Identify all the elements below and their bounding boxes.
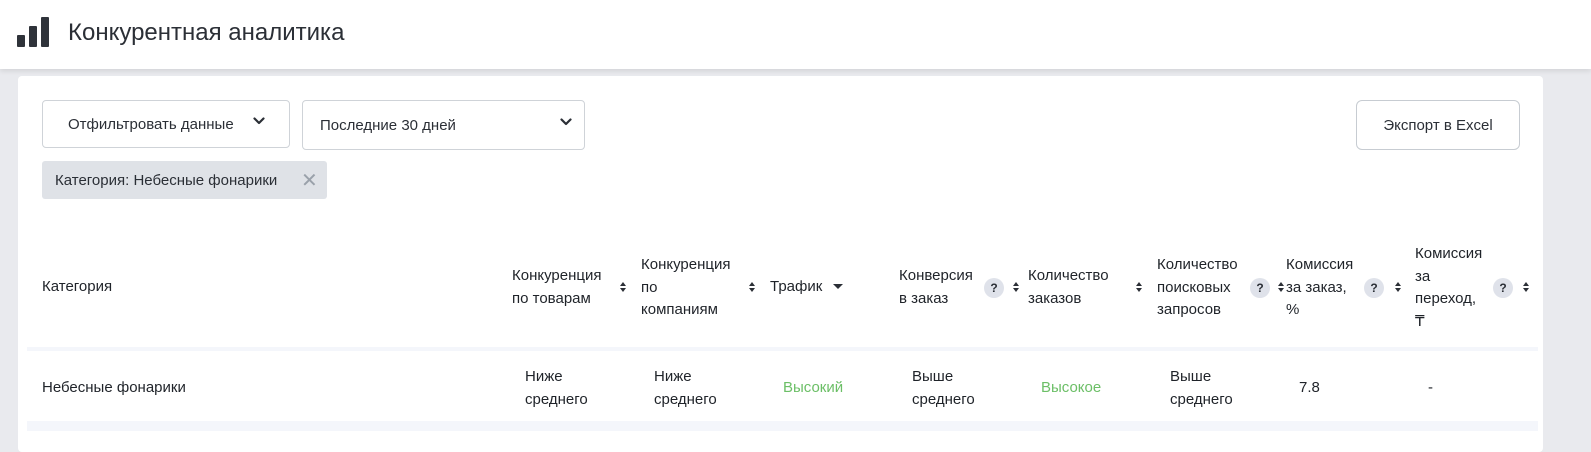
header-orders[interactable]: Количество заказов [1028, 265, 1109, 310]
export-excel-button[interactable]: Экспорт в Excel [1356, 100, 1520, 150]
top-bar: Конкурентная аналитика [0, 0, 1591, 69]
cell-line: среднего [1170, 390, 1233, 408]
header-line: компаниям [641, 301, 718, 318]
bar-chart-icon [17, 17, 49, 47]
header-commission-click[interactable]: Комиссия за переход, ₸ [1415, 243, 1482, 333]
cell-commission-order: 7.8 [1299, 379, 1320, 396]
period-select[interactable]: Последние 30 дней [302, 100, 585, 150]
chevron-down-icon [253, 117, 265, 125]
header-line: запросов [1157, 301, 1222, 318]
header-line: % [1286, 301, 1300, 318]
header-line: Количество [1157, 256, 1238, 273]
help-icon[interactable]: ? [1250, 278, 1270, 298]
cell-competition-goods: Ниже среднего [525, 366, 588, 411]
sort-icon[interactable] [1395, 282, 1402, 292]
active-filter-label: Категория: Небесные фонарики [55, 172, 278, 189]
sort-icon[interactable] [1523, 282, 1530, 292]
page-title: Конкурентная аналитика [68, 19, 345, 46]
help-icon[interactable]: ? [984, 278, 1004, 298]
header-line: ₸ [1415, 312, 1425, 330]
cell-line: Выше [1170, 368, 1212, 385]
sort-icon[interactable] [1136, 282, 1143, 292]
header-line: Конкуренция [512, 267, 602, 284]
header-searches[interactable]: Количество поисковых запросов [1157, 254, 1238, 322]
header-traffic[interactable]: Трафик [770, 276, 822, 299]
cell-line: Ниже [654, 368, 692, 385]
header-line: Конкуренция [641, 256, 731, 273]
header-category[interactable]: Категория [42, 276, 112, 299]
main-panel: Отфильтровать данные Последние 30 дней Э… [18, 76, 1543, 452]
header-line: в заказ [899, 289, 949, 307]
header-line: за [1415, 267, 1431, 285]
header-line: заказов [1028, 289, 1082, 307]
filter-data-button[interactable]: Отфильтровать данные [42, 100, 290, 148]
close-icon[interactable]: ✕ [301, 168, 318, 193]
header-line: за заказ, [1286, 278, 1347, 296]
header-commission-order[interactable]: Комиссия за заказ, % [1286, 254, 1353, 322]
filter-data-label: Отфильтровать данные [68, 116, 234, 133]
sort-desc-icon[interactable] [833, 284, 843, 289]
cell-line: Выше [912, 368, 954, 385]
period-value: Последние 30 дней [320, 117, 456, 134]
cell-line: среднего [525, 390, 588, 408]
sort-icon[interactable] [1278, 282, 1285, 292]
header-line: по товарам [512, 289, 591, 307]
header-line: Комиссия [1415, 245, 1483, 262]
header-competition-goods[interactable]: Конкуренция по товарам [512, 265, 602, 310]
export-excel-label: Экспорт в Excel [1383, 117, 1493, 134]
help-icon[interactable]: ? [1364, 278, 1384, 298]
active-filter-chip: Категория: Небесные фонарики ✕ [42, 161, 327, 199]
cell-conversion: Выше среднего [912, 366, 975, 411]
header-competition-companies[interactable]: Конкуренция по компаниям [641, 254, 731, 322]
sort-icon[interactable] [749, 282, 756, 292]
header-line: Конверсия [899, 267, 973, 284]
sort-icon[interactable] [620, 282, 627, 292]
header-line: переход, [1415, 290, 1477, 307]
help-icon[interactable]: ? [1493, 278, 1513, 298]
header-conversion[interactable]: Конверсия в заказ [899, 265, 973, 310]
cell-competition-companies: Ниже среднего [654, 366, 717, 411]
header-line: поисковых [1157, 278, 1231, 296]
header-line: Количество [1028, 267, 1109, 284]
cell-commission-click: - [1428, 379, 1433, 396]
table-row[interactable]: Небесные фонарики Ниже среднего Ниже сре… [27, 347, 1538, 425]
cell-searches: Выше среднего [1170, 366, 1233, 411]
header-line: Комиссия [1286, 256, 1354, 273]
header-line: по [641, 278, 658, 296]
row-separator [27, 421, 1538, 431]
cell-line: среднего [654, 390, 717, 408]
cell-traffic: Высокий [783, 379, 844, 396]
cell-orders: Высокое [1041, 379, 1102, 396]
cell-line: Ниже [525, 368, 563, 385]
cell-category: Небесные фонарики [42, 379, 186, 396]
cell-line: среднего [912, 390, 975, 408]
chevron-down-icon [560, 118, 572, 126]
sort-icon[interactable] [1013, 282, 1020, 292]
